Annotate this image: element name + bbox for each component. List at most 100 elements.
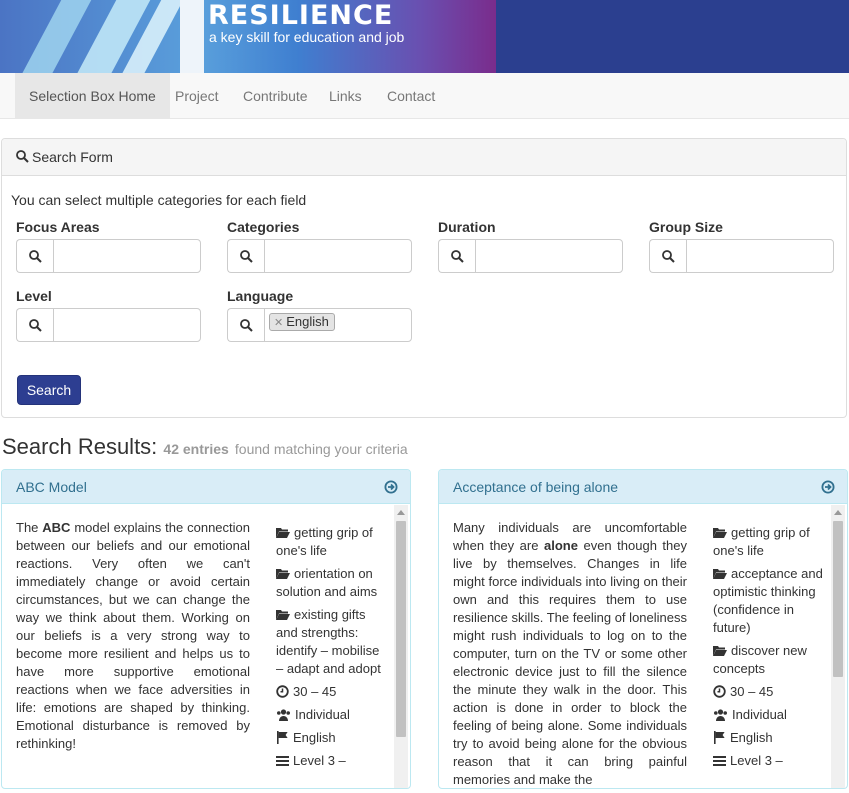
clock-icon <box>713 685 726 698</box>
remove-tag-icon[interactable]: ✕ <box>274 317 283 329</box>
circle-arrow-right-icon[interactable] <box>384 480 398 494</box>
meta-focus-item: getting grip of one's life <box>713 525 810 558</box>
categories-search-icon <box>227 239 264 273</box>
users-icon <box>714 709 727 721</box>
duration-input-group <box>438 239 623 273</box>
search-icon <box>239 318 253 332</box>
result-card-heading[interactable]: Acceptance of being alone <box>439 470 847 504</box>
search-icon <box>450 249 464 263</box>
language-label: Language <box>227 288 294 304</box>
meta-duration: 30 – 45 <box>713 683 825 701</box>
search-icon <box>16 150 29 163</box>
scroll-up-arrow[interactable] <box>397 510 405 515</box>
folder-open-icon <box>713 569 727 579</box>
nav-links[interactable]: Links <box>315 73 376 119</box>
language-tag-label: English <box>286 314 329 329</box>
header-banner: RESILIENCE a key skill for education and… <box>0 0 849 73</box>
search-button[interactable]: Search <box>17 375 81 405</box>
nav-contribute[interactable]: Contribute <box>229 73 322 119</box>
meta-focus-item: existing gifts and strengths: identify –… <box>276 607 381 676</box>
focus-areas-input[interactable] <box>53 239 201 273</box>
flag-icon <box>714 731 725 744</box>
search-icon <box>239 249 253 263</box>
language-input[interactable]: ✕ English <box>264 308 412 342</box>
result-description: Many individuals are uncomfortable when … <box>453 520 688 787</box>
result-meta: getting grip of one's life orientation o… <box>276 524 388 775</box>
group-size-label: Group Size <box>649 219 723 235</box>
language-input-group: ✕ English <box>227 308 412 342</box>
level-bars-icon <box>276 756 289 766</box>
search-icon <box>661 249 675 263</box>
meta-focus-item: acceptance and optimistic thinking (conf… <box>713 566 823 635</box>
language-tag-english: ✕ English <box>269 313 335 331</box>
folder-open-icon <box>276 569 290 579</box>
result-description: The ABC model explains the connection be… <box>16 520 250 751</box>
meta-level: Level 3 – <box>276 752 388 770</box>
search-form-panel: Search Form You can select multiple cate… <box>1 138 847 418</box>
result-card: ABC Model The ABC model explains the con… <box>1 469 411 789</box>
level-input[interactable] <box>53 308 201 342</box>
nav-selection-box-home[interactable]: Selection Box Home <box>15 73 170 119</box>
search-form-title-wrap: Search Form <box>16 149 113 165</box>
meta-language: English <box>713 729 825 747</box>
meta-focus-item: discover new concepts <box>713 643 807 676</box>
group-size-input[interactable] <box>686 239 834 273</box>
meta-duration: 30 – 45 <box>276 683 388 701</box>
group-size-search-icon <box>649 239 686 273</box>
results-found-text: found matching your criteria <box>234 441 408 457</box>
scroll-thumb[interactable] <box>396 521 406 737</box>
result-card-title[interactable]: ABC Model <box>16 479 87 495</box>
meta-focus-item: orientation on solution and aims <box>276 566 378 599</box>
search-results-heading: Search Results: 42 entries found matchin… <box>2 434 408 460</box>
categories-input-group <box>227 239 412 273</box>
description-scrollbar[interactable] <box>831 505 845 788</box>
search-icon <box>28 249 42 263</box>
result-card: Acceptance of being alone Many individua… <box>438 469 848 789</box>
banner-title: RESILIENCE <box>208 0 394 31</box>
users-icon <box>277 709 290 721</box>
result-card-body: The ABC model explains the connection be… <box>2 505 410 788</box>
navbar: Selection Box Home Project Contribute Li… <box>0 73 849 119</box>
language-search-icon <box>227 308 264 342</box>
result-card-title[interactable]: Acceptance of being alone <box>453 479 618 495</box>
circle-arrow-right-icon[interactable] <box>821 480 835 494</box>
level-label: Level <box>16 288 52 304</box>
result-meta: getting grip of one's life acceptance an… <box>713 524 825 775</box>
results-count: 42 entries <box>163 441 229 457</box>
duration-label: Duration <box>438 219 496 235</box>
duration-search-icon <box>438 239 475 273</box>
search-icon <box>28 318 42 332</box>
search-form-heading: Search Form <box>2 139 846 176</box>
clock-icon <box>276 685 289 698</box>
meta-group: Individual <box>276 706 388 724</box>
focus-areas-search-icon <box>16 239 53 273</box>
folder-open-icon <box>276 528 290 538</box>
meta-language: English <box>276 729 388 747</box>
group-size-input-group <box>649 239 834 273</box>
folder-open-icon <box>713 646 727 656</box>
duration-input[interactable] <box>475 239 623 273</box>
search-hint: You can select multiple categories for e… <box>11 192 307 208</box>
meta-level: Level 3 – <box>713 752 825 770</box>
focus-areas-input-group <box>16 239 201 273</box>
scroll-up-arrow[interactable] <box>834 510 842 515</box>
level-search-icon <box>16 308 53 342</box>
folder-open-icon <box>276 610 290 620</box>
result-card-body: Many individuals are uncomfortable when … <box>439 505 847 788</box>
scroll-thumb[interactable] <box>833 521 843 677</box>
nav-contact[interactable]: Contact <box>373 73 449 119</box>
meta-group: Individual <box>713 706 825 724</box>
results-title: Search Results: <box>2 434 158 459</box>
search-form-title: Search Form <box>32 149 113 165</box>
result-card-heading[interactable]: ABC Model <box>2 470 410 504</box>
flag-icon <box>277 731 288 744</box>
folder-open-icon <box>713 528 727 538</box>
description-scrollbar[interactable] <box>394 505 408 788</box>
banner-subtitle: a key skill for education and job <box>209 29 405 45</box>
nav-project[interactable]: Project <box>161 73 233 119</box>
categories-input[interactable] <box>264 239 412 273</box>
meta-focus-item: getting grip of one's life <box>276 525 373 558</box>
level-input-group <box>16 308 201 342</box>
focus-areas-label: Focus Areas <box>16 219 100 235</box>
level-bars-icon <box>713 756 726 766</box>
